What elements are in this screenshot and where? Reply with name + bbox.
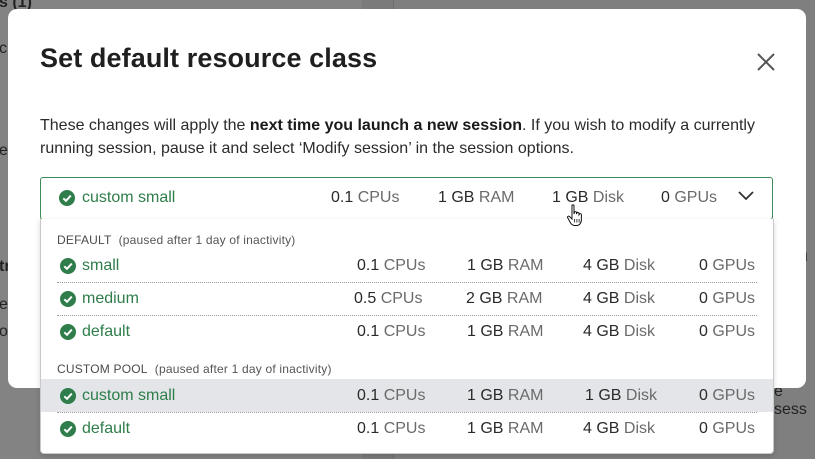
modal-description: These changes will apply the next time y… xyxy=(40,114,760,160)
option-ram: 1 GB RAM xyxy=(467,323,544,340)
selected-class-name: custom small xyxy=(82,189,176,206)
check-circle-icon xyxy=(60,258,76,274)
description-text: These changes will apply the xyxy=(40,117,250,134)
resource-class-dropdown: DEFAULT (paused after 1 day of inactivit… xyxy=(40,219,774,454)
check-circle-icon xyxy=(60,421,76,437)
selected-ram: 1 GB RAM xyxy=(438,189,515,206)
option-gpu: 0 GPUs xyxy=(699,257,756,274)
option-name: default xyxy=(82,323,131,340)
option-cpu: 0.1 CPUs xyxy=(357,257,426,274)
hand-pointer-icon xyxy=(566,204,582,226)
option-cpu: 0.1 CPUs xyxy=(357,387,426,404)
option-disk: 4 GB Disk xyxy=(583,257,656,274)
option-custom-default[interactable]: default 0.1 CPUs 1 GB RAM 4 GB Disk 0 GP… xyxy=(41,412,773,445)
option-disk: 1 GB Disk xyxy=(585,387,658,404)
selected-cpu: 0.1 CPUs xyxy=(331,189,400,206)
selected-disk: 1 GB Disk xyxy=(552,189,625,206)
option-gpu: 0 GPUs xyxy=(699,290,756,307)
option-small[interactable]: small 0.1 CPUs 1 GB RAM 4 GB Disk 0 GPUs xyxy=(41,249,773,282)
background-text: o xyxy=(0,323,8,340)
option-disk: 4 GB Disk xyxy=(583,323,656,340)
resource-class-select[interactable]: custom small 0.1 CPUs 1 GB RAM 1 GB Disk… xyxy=(40,177,773,220)
option-name: custom small xyxy=(82,387,176,404)
check-circle-icon xyxy=(59,190,75,206)
background-text: e xyxy=(0,142,8,159)
option-gpu: 0 GPUs xyxy=(699,420,756,437)
description-emphasis: next time you launch a new session xyxy=(249,117,522,134)
option-ram: 1 GB RAM xyxy=(467,420,544,437)
group-label-default: DEFAULT (paused after 1 day of inactivit… xyxy=(57,233,296,247)
check-circle-icon xyxy=(60,388,76,404)
group-label-custom-pool: CUSTOM POOL (paused after 1 day of inact… xyxy=(57,362,332,376)
selected-gpu: 0 GPUs xyxy=(661,189,718,206)
option-disk: 4 GB Disk xyxy=(583,420,656,437)
option-default[interactable]: default 0.1 CPUs 1 GB RAM 4 GB Disk 0 GP… xyxy=(41,315,773,348)
option-ram: 2 GB RAM xyxy=(466,290,543,307)
option-ram: 1 GB RAM xyxy=(467,257,544,274)
option-name: default xyxy=(82,420,131,437)
option-disk: 4 GB Disk xyxy=(583,290,656,307)
background-text: e xyxy=(0,296,8,313)
option-gpu: 0 GPUs xyxy=(699,387,756,404)
check-circle-icon xyxy=(60,291,76,307)
option-ram: 1 GB RAM xyxy=(467,387,544,404)
option-cpu: 0.1 CPUs xyxy=(357,420,426,437)
check-circle-icon xyxy=(60,324,76,340)
option-custom-small[interactable]: custom small 0.1 CPUs 1 GB RAM 1 GB Disk… xyxy=(41,379,773,412)
option-cpu: 0.1 CPUs xyxy=(357,323,426,340)
close-icon[interactable] xyxy=(755,51,777,73)
modal-title: Set default resource class xyxy=(40,43,378,73)
option-cpu: 0.5 CPUs xyxy=(354,290,423,307)
option-medium[interactable]: medium 0.5 CPUs 2 GB RAM 4 GB Disk 0 GPU… xyxy=(41,282,773,315)
option-name: medium xyxy=(82,290,139,307)
option-gpu: 0 GPUs xyxy=(699,323,756,340)
chevron-down-icon[interactable] xyxy=(737,190,755,202)
background-text: e sess xyxy=(774,383,807,418)
option-name: small xyxy=(82,257,120,274)
